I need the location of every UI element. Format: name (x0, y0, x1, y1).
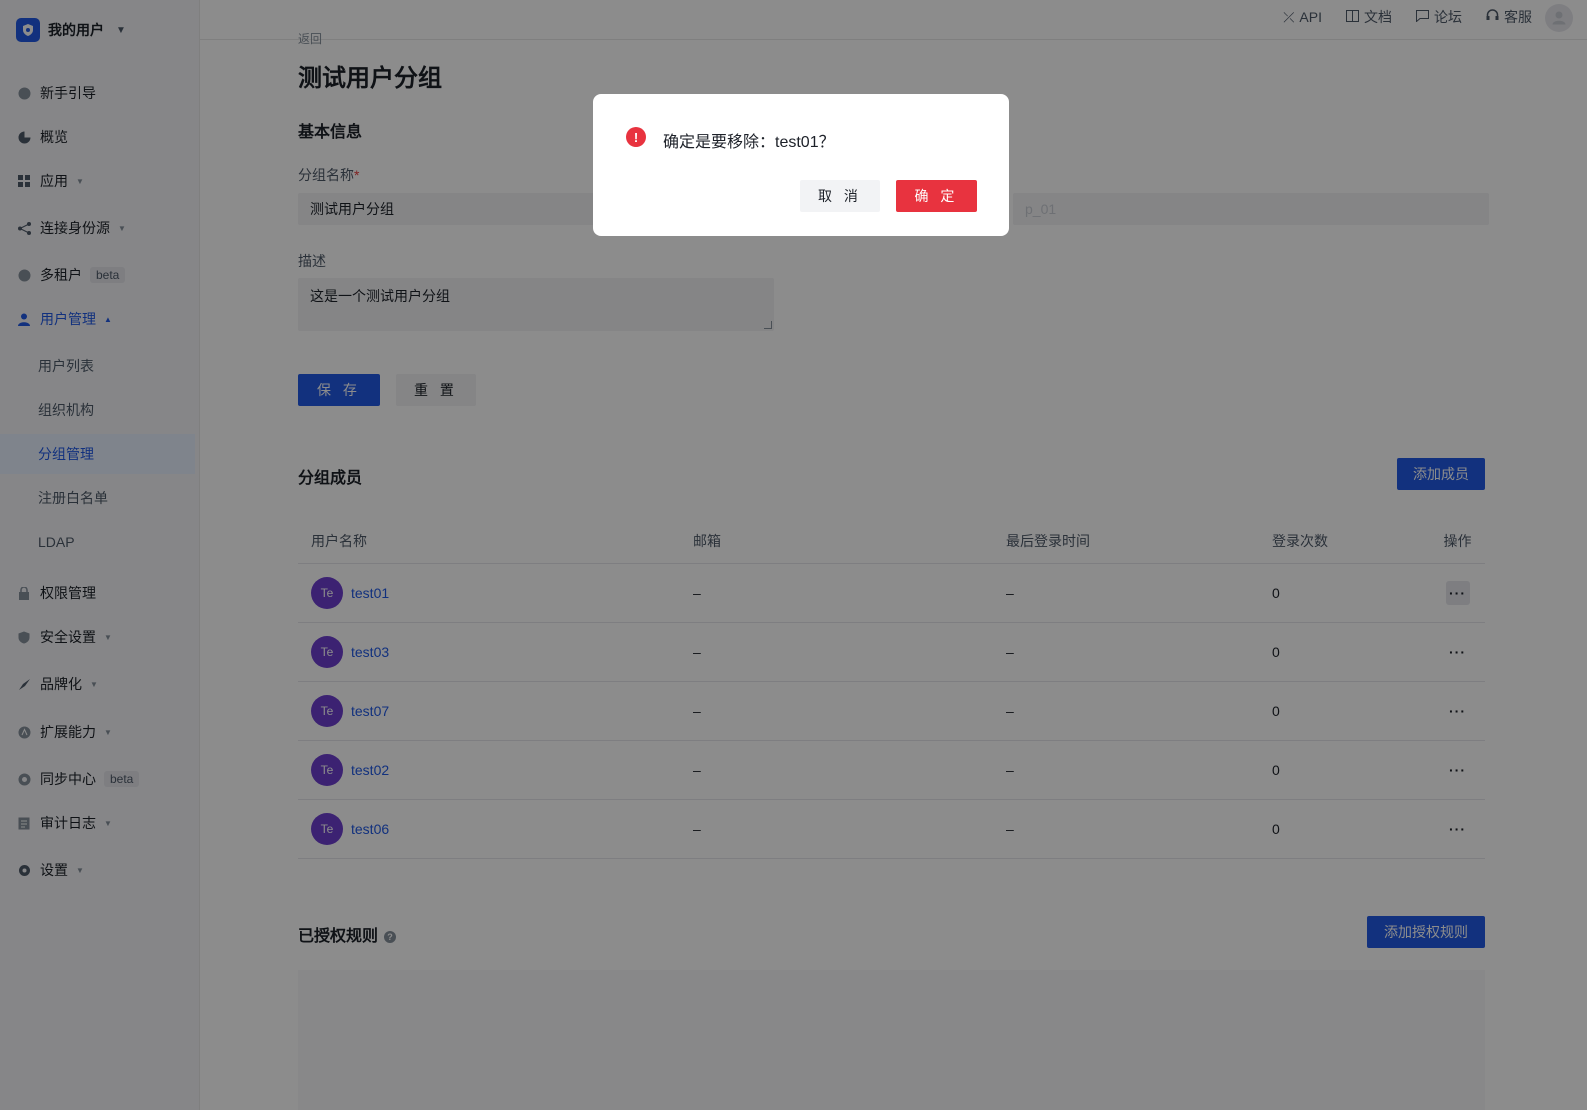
confirm-dialog: ! 确定是要移除：test01？ 取 消 确 定 (593, 94, 1009, 236)
warning-icon: ! (626, 127, 646, 147)
cancel-button[interactable]: 取 消 (800, 180, 880, 212)
confirm-button[interactable]: 确 定 (896, 180, 977, 212)
confirm-message: 确定是要移除：test01？ (663, 134, 835, 151)
